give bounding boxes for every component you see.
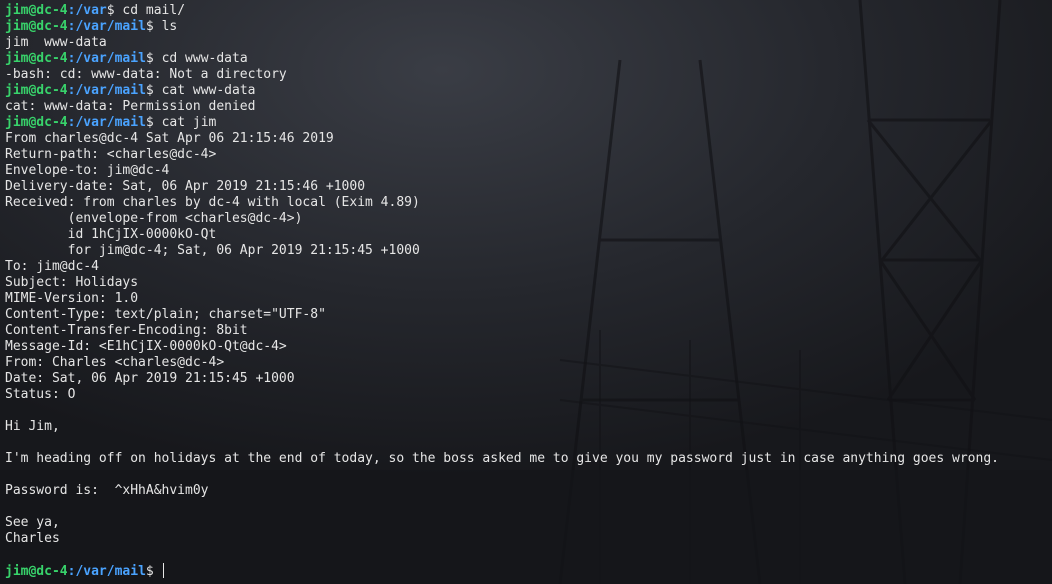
prompt-line: jim@dc-4:/var/mail$ cat www-data [5,83,1050,99]
output-line: I'm heading off on holidays at the end o… [5,451,999,466]
prompt-symbol: $ [145,19,154,34]
prompt-line: jim@dc-4:/var$ cd mail/ [5,3,1050,19]
output-line: MIME-Version: 1.0 [5,291,139,306]
prompt-path: /var [75,3,107,18]
output-line: Charles [5,531,60,546]
prompt-user-host: jim@dc-4 [5,19,68,34]
output-line: for jim@dc-4; Sat, 06 Apr 2019 21:15:45 … [5,243,420,258]
prompt-line: jim@dc-4:/var/mail$ cd www-data [5,51,1050,67]
output-line: Return-path: <charles@dc-4> [5,147,217,162]
prompt-path: /var/mail [75,51,146,66]
output-line: Message-Id: <E1hCjIX-0000kO-Qt@dc-4> [5,339,287,354]
prompt-user-host: jim@dc-4 [5,83,68,98]
prompt-user-host: jim@dc-4 [5,3,68,18]
prompt-line: jim@dc-4:/var/mail$ ls [5,19,1050,35]
output-line: id 1hCjIX-0000kO-Qt [5,227,217,242]
command-text: cat jim [161,115,217,130]
output-line: See ya, [5,515,60,530]
output-line: (envelope-from <charles@dc-4>) [5,211,303,226]
prompt-path: /var/mail [75,83,146,98]
output-line: From: Charles <charles@dc-4> [5,355,225,370]
output-line: Date: Sat, 06 Apr 2019 21:15:45 +1000 [5,371,295,386]
output-line: From charles@dc-4 Sat Apr 06 21:15:46 20… [5,131,334,146]
terminal-output[interactable]: jim@dc-4:/var$ cd mail/jim@dc-4:/var/mai… [5,3,1050,581]
command-text: cat www-data [161,83,256,98]
prompt-symbol: $ [145,83,154,98]
command-text: cd www-data [161,51,248,66]
output-line: cat: www-data: Permission denied [5,99,256,114]
output-line: Status: O [5,387,76,402]
output-line: Subject: Holidays [5,275,139,290]
prompt-user-host: jim@dc-4 [5,51,68,66]
prompt-path: /var/mail [75,564,146,579]
output-line: Content-Type: text/plain; charset="UTF-8… [5,307,326,322]
output-line: Envelope-to: jim@dc-4 [5,163,170,178]
prompt-user-host: jim@dc-4 [5,115,68,130]
prompt-symbol: $ [145,115,154,130]
output-line: Content-Transfer-Encoding: 8bit [5,323,248,338]
command-text: cd mail/ [122,3,186,18]
prompt-path: /var/mail [75,19,146,34]
prompt-path: /var/mail [75,115,146,130]
prompt-symbol: $ [145,51,154,66]
command-text: ls [161,19,178,34]
prompt-user-host: jim@dc-4 [5,564,68,579]
output-line: jim www-data [5,35,107,50]
output-line: To: jim@dc-4 [5,259,99,274]
prompt-line: jim@dc-4:/var/mail$ cat jim [5,115,1050,131]
output-line: -bash: cd: www-data: Not a directory [5,67,287,82]
output-line: Password is: ^xHhA&hvim0y [5,483,209,498]
output-line: Delivery-date: Sat, 06 Apr 2019 21:15:46… [5,179,366,194]
output-line: Received: from charles by dc-4 with loca… [5,195,420,210]
output-line: Hi Jim, [5,419,60,434]
prompt-line: jim@dc-4:/var/mail$ [5,563,1050,579]
text-cursor[interactable] [162,563,164,578]
prompt-symbol: $ [106,3,115,18]
prompt-symbol: $ [145,564,154,579]
